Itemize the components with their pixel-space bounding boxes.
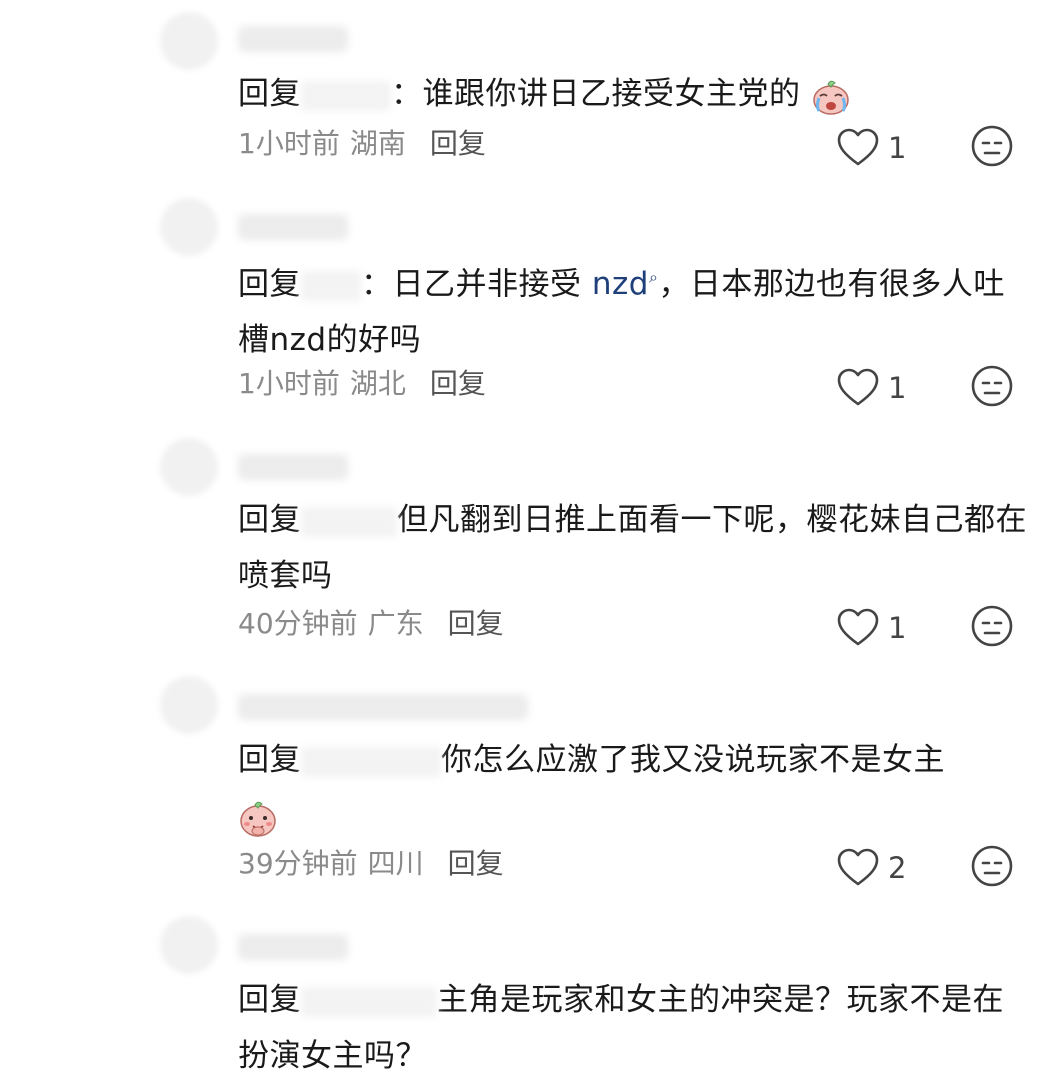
reply-button[interactable]: 回复 <box>430 127 486 160</box>
like-count: 1 <box>888 611 907 645</box>
comment-meta: 40分钟前 广东 回复 <box>238 604 504 644</box>
comment-meta: 39分钟前 四川 回复 <box>238 844 504 884</box>
comment-time: 40分钟前 <box>238 607 358 640</box>
comment-location: 湖南 <box>349 127 406 160</box>
like-button[interactable]: 2 <box>836 846 918 890</box>
reply-target-name[interactable] <box>301 986 437 1017</box>
heart-icon <box>837 608 879 646</box>
heart-icon <box>837 128 879 166</box>
comment-meta: 1小时前 湖北 回复 <box>238 364 486 404</box>
comment-text: 回复 ：日乙并非接受 nzd⌕，日本那边也有很多人吐槽nzd的好吗 <box>238 266 1005 359</box>
avatar[interactable] <box>160 438 218 496</box>
reply-button[interactable]: 回复 <box>448 607 504 640</box>
crying-peach-emoji <box>813 80 849 115</box>
reply-target-name[interactable] <box>301 80 391 111</box>
avatar[interactable] <box>160 916 218 974</box>
shy-peach-emoji <box>240 801 276 837</box>
reply-button[interactable]: 回复 <box>448 847 504 880</box>
comment-time: 1小时前 <box>238 127 340 160</box>
dislike-face-icon[interactable] <box>970 364 1014 408</box>
dislike-face-icon[interactable] <box>970 604 1014 648</box>
comment-time: 39分钟前 <box>238 847 358 880</box>
username[interactable] <box>238 694 528 720</box>
reply-prefix: 回复 <box>238 742 301 778</box>
username[interactable] <box>238 454 348 480</box>
reply-target-name[interactable] <box>301 270 361 301</box>
comment-text: 回复 但凡翻到日推上面看一下呢，樱花妹自己都在喷套吗 <box>238 502 1027 594</box>
like-count: 1 <box>888 371 907 405</box>
reply-prefix: 回复 <box>238 266 301 303</box>
comment-location: 四川 <box>367 847 424 880</box>
heart-icon <box>837 848 879 886</box>
comment-location: 湖北 <box>349 367 406 400</box>
reply-button[interactable]: 回复 <box>430 367 486 400</box>
heart-icon <box>837 368 879 406</box>
username[interactable] <box>238 934 348 960</box>
comment-text: 回复 你怎么应激了我又没说玩家不是女主 <box>238 732 1028 844</box>
comment-meta: 1小时前 湖南 回复 <box>238 124 486 164</box>
dislike-face-icon[interactable] <box>970 844 1014 888</box>
like-count: 2 <box>888 851 907 885</box>
username[interactable] <box>238 26 348 52</box>
comment-time: 1小时前 <box>238 367 340 400</box>
like-button[interactable]: 1 <box>836 606 918 650</box>
avatar[interactable] <box>160 198 218 256</box>
avatar[interactable] <box>160 12 218 70</box>
like-button[interactable]: 1 <box>836 366 918 410</box>
like-button[interactable]: 1 <box>836 126 918 170</box>
reply-target-name[interactable] <box>301 506 397 537</box>
comment-text: 回复 ：谁跟你讲日乙接受女主党的 <box>238 66 1028 122</box>
username[interactable] <box>238 214 348 240</box>
comment-text: 回复 主角是玩家和女主的冲突是？玩家不是在扮演女主吗？ <box>238 982 1004 1074</box>
reply-prefix: 回复 <box>238 982 301 1018</box>
dislike-face-icon[interactable] <box>970 124 1014 168</box>
like-count: 1 <box>888 131 907 165</box>
reply-prefix: 回复 <box>238 76 301 112</box>
reply-prefix: 回复 <box>238 502 301 538</box>
reply-target-name[interactable] <box>301 746 441 777</box>
search-link[interactable]: nzd⌕ <box>592 266 659 302</box>
comment-location: 广东 <box>367 607 424 640</box>
avatar[interactable] <box>160 676 218 734</box>
